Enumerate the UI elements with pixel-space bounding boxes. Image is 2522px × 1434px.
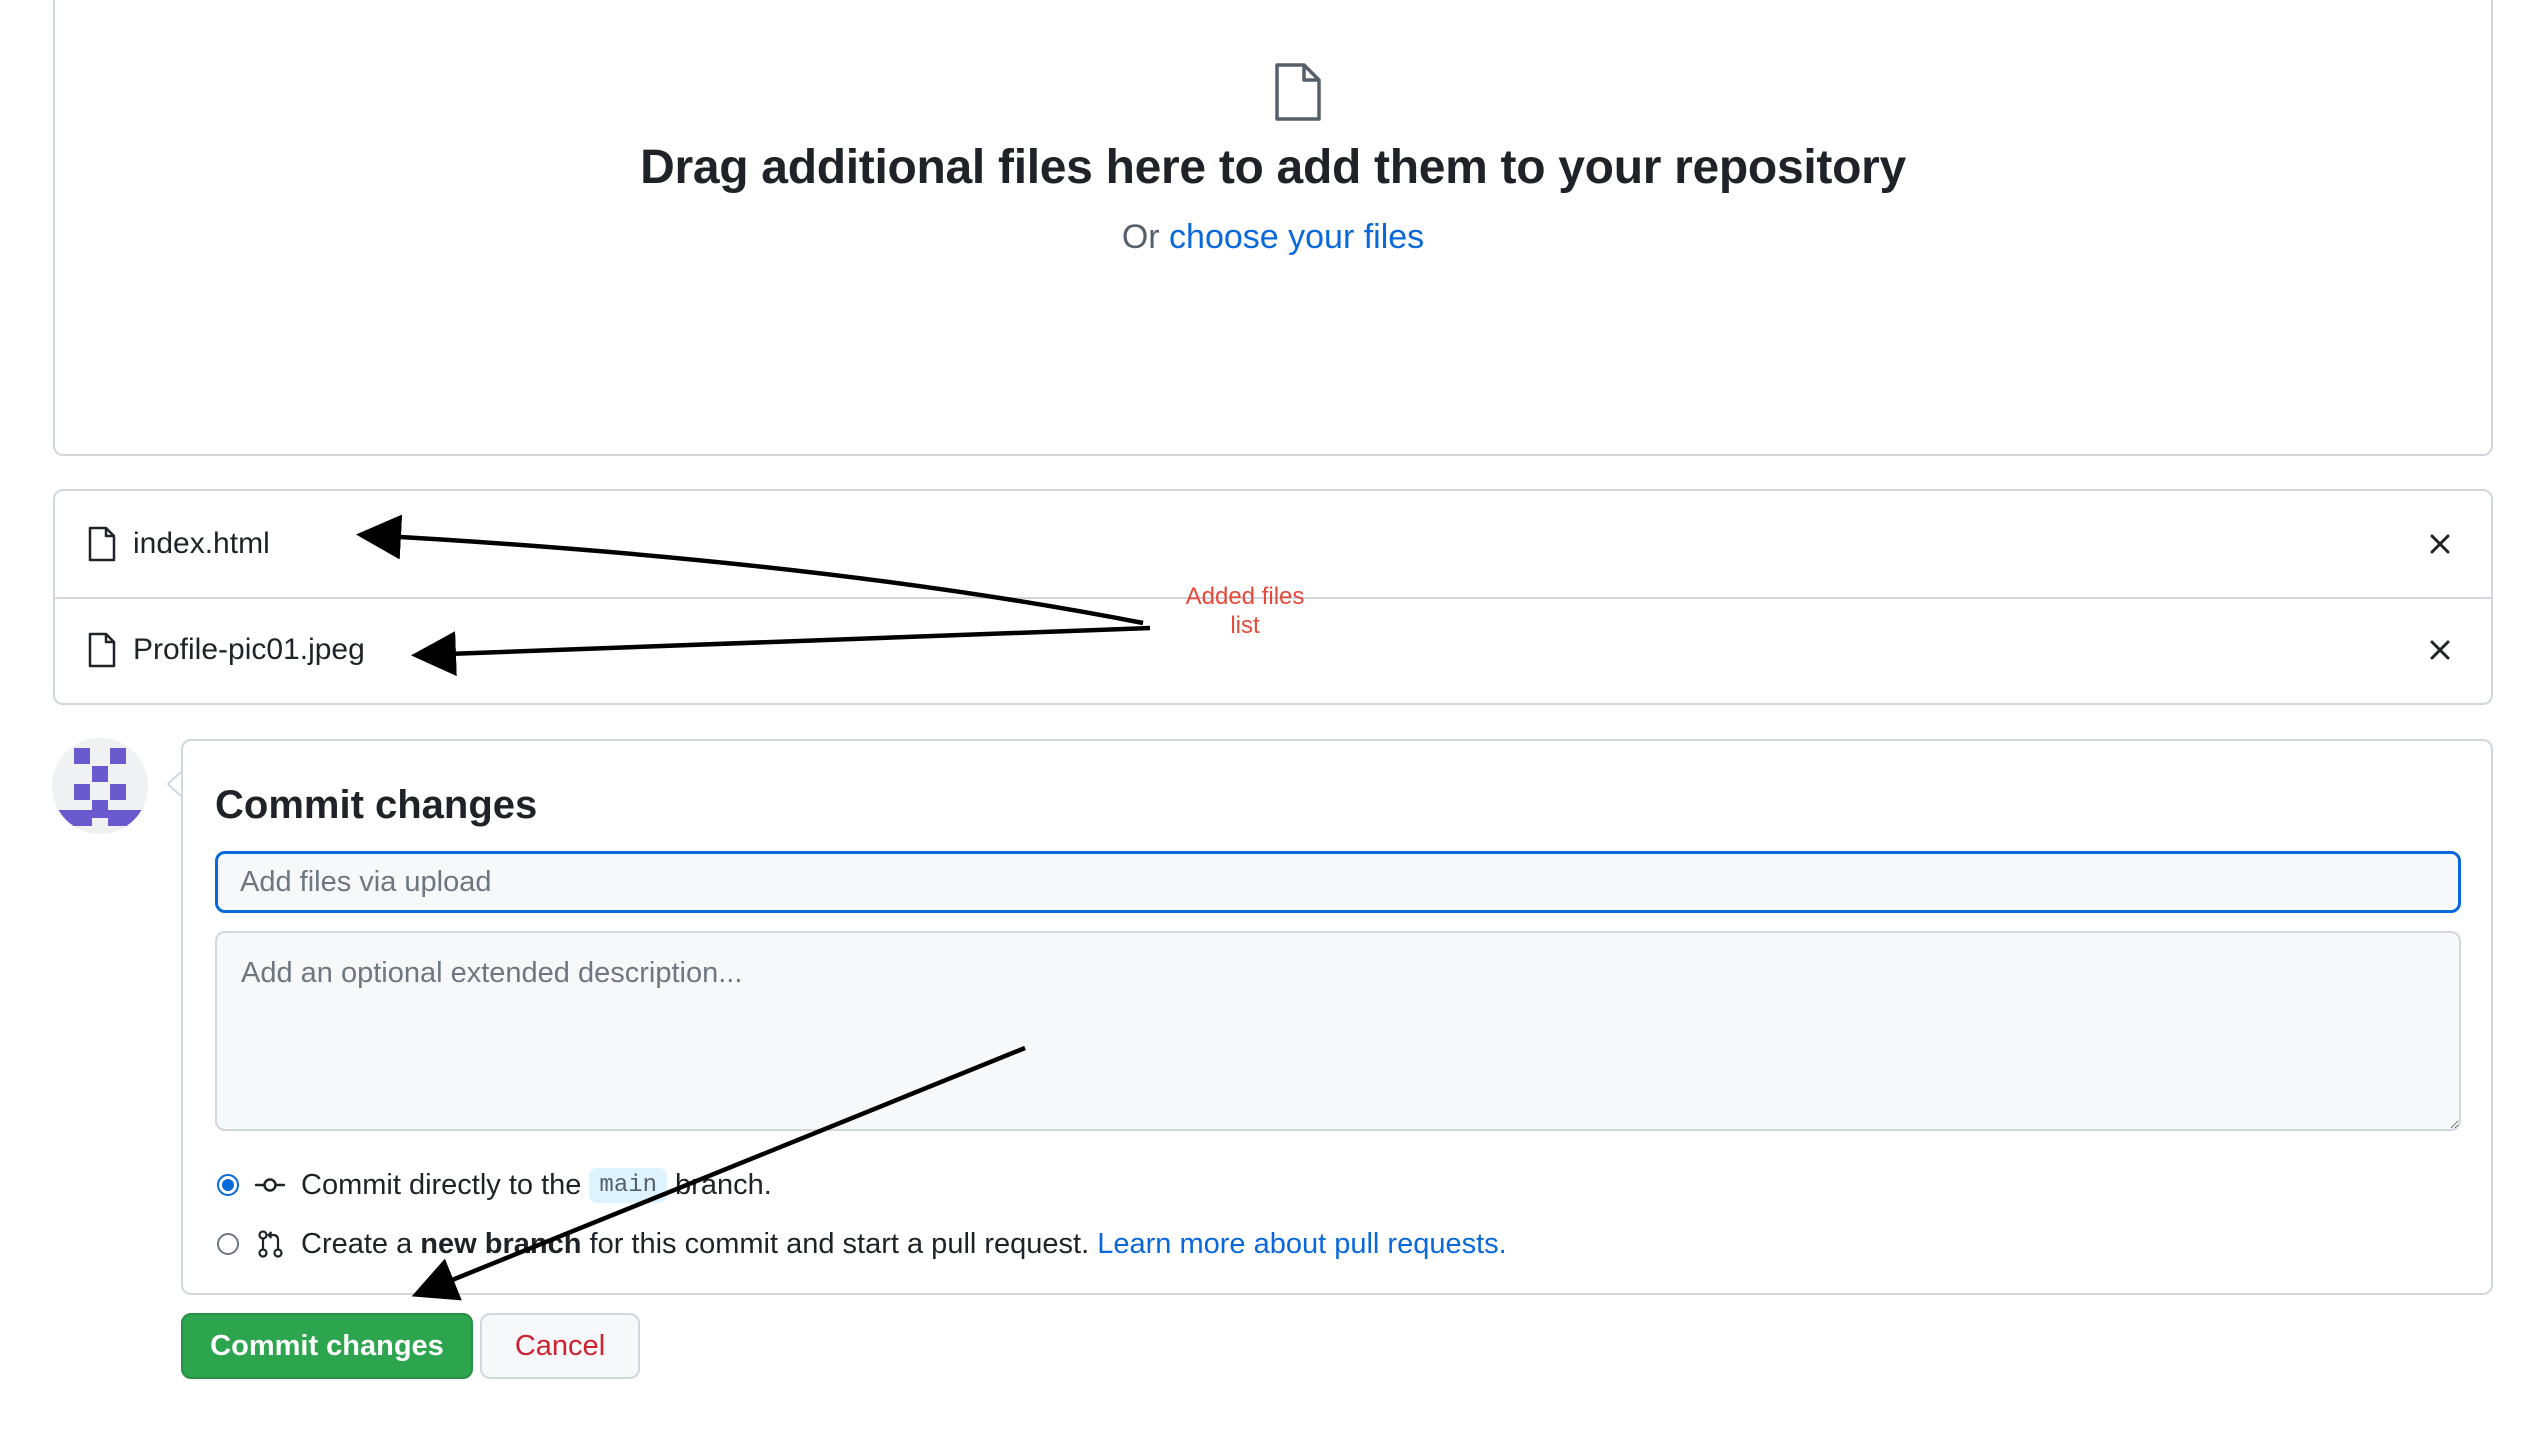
commit-description-textarea[interactable] bbox=[215, 931, 2461, 1131]
commit-changes-button[interactable]: Commit changes bbox=[181, 1313, 473, 1379]
commit-title: Commit changes bbox=[215, 783, 538, 827]
commit-summary-input[interactable] bbox=[215, 851, 2461, 913]
close-icon[interactable] bbox=[2425, 529, 2455, 559]
new-branch-option[interactable]: Create a new branch for this commit and … bbox=[217, 1224, 1507, 1264]
file-name: index.html bbox=[133, 527, 270, 560]
commit-direct-suffix: branch. bbox=[675, 1168, 772, 1201]
new-branch-suffix: for this commit and start a pull request… bbox=[589, 1227, 1090, 1260]
annotation-label: Added files list bbox=[1160, 582, 1330, 640]
avatar bbox=[52, 738, 148, 834]
commit-direct-prefix: Commit directly to the bbox=[301, 1168, 582, 1201]
git-commit-icon bbox=[255, 1178, 285, 1192]
annotation-line-1: Added files bbox=[1185, 583, 1305, 610]
branch-name: main bbox=[589, 1167, 668, 1203]
file-dropzone[interactable]: Drag additional files here to add them t… bbox=[53, 0, 2493, 456]
annotation-line-2: list bbox=[1230, 612, 1260, 639]
commit-panel: Commit changes Commit directly to the ma… bbox=[181, 739, 2493, 1295]
identicon-icon bbox=[56, 748, 144, 826]
file-icon bbox=[88, 526, 116, 562]
file-icon bbox=[88, 632, 116, 668]
dropzone-title: Drag additional files here to add them t… bbox=[640, 141, 1906, 194]
close-icon[interactable] bbox=[2425, 635, 2455, 665]
dropzone-sub-prefix: Or bbox=[1121, 218, 1160, 256]
git-pull-request-icon bbox=[258, 1230, 283, 1258]
new-branch-bold: new branch bbox=[420, 1227, 582, 1260]
choose-files-link[interactable]: choose your files bbox=[1169, 218, 1424, 256]
new-branch-prefix: Create a bbox=[301, 1227, 413, 1260]
learn-more-pull-requests-link[interactable]: Learn more about pull requests. bbox=[1097, 1228, 1506, 1261]
cancel-button[interactable]: Cancel bbox=[480, 1313, 640, 1379]
new-branch-radio[interactable] bbox=[217, 1233, 239, 1255]
file-icon bbox=[1275, 63, 1321, 121]
dropzone-subtitle: Or choose your files bbox=[55, 218, 2491, 257]
file-name: Profile-pic01.jpeg bbox=[133, 633, 365, 666]
commit-direct-radio[interactable] bbox=[217, 1174, 239, 1196]
commit-direct-option[interactable]: Commit directly to the main branch. bbox=[217, 1165, 772, 1205]
upload-page: Drag additional files here to add them t… bbox=[0, 0, 2522, 1434]
